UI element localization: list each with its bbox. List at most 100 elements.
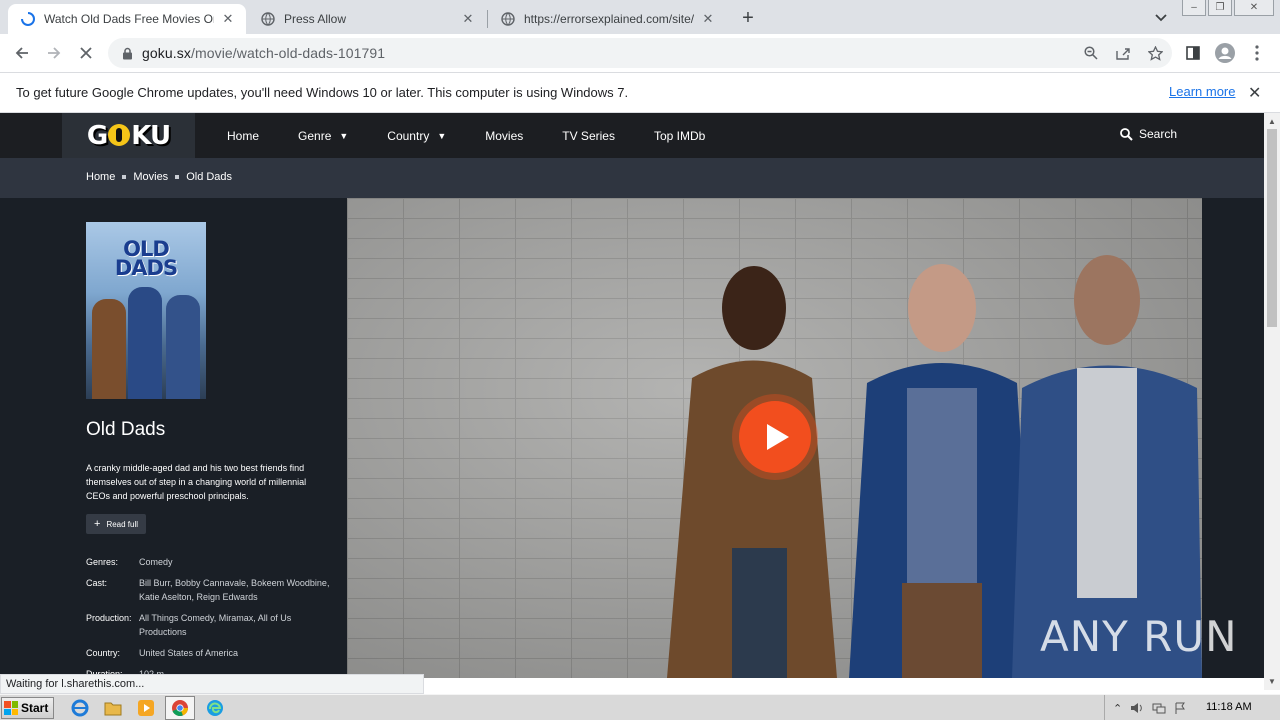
stop-loading-icon[interactable] [73, 40, 99, 66]
restore-button[interactable]: ❐ [1208, 0, 1232, 16]
meta-value[interactable]: All Things Comedy, Miramax, All of Us Pr… [139, 611, 336, 639]
side-panel-icon[interactable] [1180, 40, 1206, 66]
share-icon[interactable] [1112, 42, 1134, 64]
nav-genre[interactable]: Genre ▼ [298, 129, 348, 143]
volume-icon[interactable] [1130, 702, 1144, 714]
meta-label: Country: [86, 648, 121, 658]
tab-search-chevron-icon[interactable] [1150, 7, 1172, 29]
poster-figure [166, 295, 200, 399]
poster-figure [92, 299, 126, 399]
tray-expand-icon[interactable]: ⌃ [1113, 702, 1122, 715]
action-center-flag-icon[interactable] [1174, 702, 1186, 714]
tab-close-icon[interactable]: ✕ [700, 11, 716, 27]
tab-close-icon[interactable]: ✕ [220, 11, 236, 27]
tab-errorsexplained[interactable]: https://errorsexplained.com/site/?a ✕ [488, 4, 726, 34]
search-icon [1120, 127, 1133, 141]
chevron-down-icon: ▼ [339, 130, 349, 141]
breadcrumb-home[interactable]: Home [86, 171, 115, 183]
page-scrollbar[interactable]: ▲ ▼ [1264, 113, 1280, 690]
nav-top-imdb[interactable]: Top IMDb [654, 129, 705, 143]
url-path: /movie/watch-old-dads-101791 [190, 45, 386, 61]
edge-icon[interactable] [205, 698, 225, 718]
address-bar[interactable]: goku.sx/movie/watch-old-dads-101791 [108, 38, 1172, 68]
scrollbar-thumb[interactable] [1267, 129, 1277, 327]
movie-meta: Genres: Comedy Cast: Bill Burr, Bobby Ca… [86, 555, 336, 678]
infobar-close-icon[interactable]: ✕ [1248, 83, 1261, 103]
system-tray: ⌃ [1104, 695, 1194, 720]
search-label: Search [1139, 127, 1178, 141]
meta-value[interactable]: Bill Burr, Bobby Cannavale, Bokeem Woodb… [139, 576, 336, 604]
window-controls: ‒ ❐ ✕ [1180, 0, 1274, 16]
breadcrumb-current: Old Dads [186, 171, 233, 183]
nav-label: Country [387, 128, 430, 143]
meta-value[interactable]: Comedy [139, 555, 173, 569]
breadcrumb-movies[interactable]: Movies [133, 171, 168, 183]
anyrun-watermark: ANY RUN [1040, 612, 1238, 661]
movie-poster: OLD DADS [86, 222, 206, 399]
nav-country[interactable]: Country ▼ [387, 129, 446, 143]
chrome-taskbar-icon[interactable] [165, 696, 195, 720]
browser-toolbar: goku.sx/movie/watch-old-dads-101791 [0, 34, 1280, 72]
tab-title: https://errorsexplained.com/site/?a [524, 12, 694, 26]
poster-figure [128, 287, 162, 399]
lock-icon[interactable] [112, 47, 142, 60]
loading-spinner-icon [20, 11, 36, 27]
zoom-icon[interactable] [1080, 42, 1102, 64]
backdrop-figure-center [849, 264, 1035, 678]
internet-explorer-icon[interactable] [70, 698, 90, 718]
movie-info-panel: OLD DADS Old Dads A cranky middle-aged da… [62, 198, 347, 678]
chevron-down-icon: ▼ [437, 130, 447, 141]
taskbar-clock[interactable]: 11:18 AM [1206, 701, 1252, 713]
file-explorer-icon[interactable] [103, 698, 123, 718]
site-header: G KU Home Genre ▼ Country ▼ Movies TV Serie… [0, 113, 1264, 158]
nav-label: Home [227, 128, 260, 143]
scroll-up-icon[interactable]: ▲ [1268, 117, 1276, 126]
media-player-icon[interactable] [136, 698, 156, 718]
learn-more-link[interactable]: Learn more [1169, 84, 1235, 99]
start-label: Start [21, 701, 49, 715]
nav-label: Genre [298, 128, 332, 143]
plus-icon: + [94, 518, 101, 530]
nav-label: Top IMDb [653, 128, 706, 143]
tab-active[interactable]: Watch Old Dads Free Movies Online ✕ [8, 4, 246, 34]
globe-icon [500, 11, 516, 27]
meta-label: Cast: [86, 578, 108, 588]
nav-tv-series[interactable]: TV Series [562, 129, 615, 143]
site-logo-link[interactable]: G KU [62, 113, 195, 158]
breadcrumb-bar: Home Movies Old Dads [0, 158, 1264, 198]
meta-value[interactable]: United States of America [139, 646, 238, 660]
close-window-button[interactable]: ✕ [1234, 0, 1274, 16]
play-button[interactable] [739, 401, 811, 473]
video-player[interactable] [347, 198, 1202, 678]
breadcrumb: Home Movies Old Dads [86, 171, 232, 183]
nav-home[interactable]: Home [227, 129, 259, 143]
breadcrumb-separator [175, 175, 180, 179]
profile-avatar-icon[interactable] [1212, 40, 1238, 66]
bookmark-star-icon[interactable] [1144, 42, 1166, 64]
infobar-message: To get future Google Chrome updates, you… [16, 85, 629, 100]
poster-title: OLD DADS [114, 237, 178, 280]
movie-title: Old Dads [86, 419, 166, 440]
tab-title: Press Allow [284, 12, 347, 26]
scroll-down-icon[interactable]: ▼ [1268, 677, 1276, 686]
main-nav: Home Genre ▼ Country ▼ Movies TV Series To… [227, 113, 744, 158]
url-host: goku.sx [142, 45, 191, 61]
meta-row-cast: Cast: Bill Burr, Bobby Cannavale, Bokeem… [86, 576, 336, 604]
menu-kebab-icon[interactable] [1244, 40, 1270, 66]
tab-press-allow[interactable]: Press Allow ✕ [248, 4, 486, 34]
start-button[interactable]: Start [1, 697, 54, 719]
network-icon[interactable] [1152, 702, 1166, 714]
nav-label: TV Series [562, 128, 615, 143]
minimize-button[interactable]: ‒ [1182, 0, 1206, 16]
tab-close-icon[interactable]: ✕ [460, 11, 476, 27]
watermark-text: ANY RUN [1040, 612, 1238, 661]
windows-logo-icon [4, 701, 18, 715]
back-icon[interactable] [9, 40, 35, 66]
movie-description: A cranky middle-aged dad and his two bes… [86, 463, 307, 501]
new-tab-button[interactable]: + [736, 6, 760, 30]
read-full-button[interactable]: + Read full [86, 514, 147, 534]
nav-movies[interactable]: Movies [485, 129, 523, 143]
forward-icon[interactable] [41, 40, 67, 66]
site-search-button[interactable]: Search [1120, 127, 1177, 141]
meta-row-genres: Genres: Comedy [86, 555, 336, 569]
